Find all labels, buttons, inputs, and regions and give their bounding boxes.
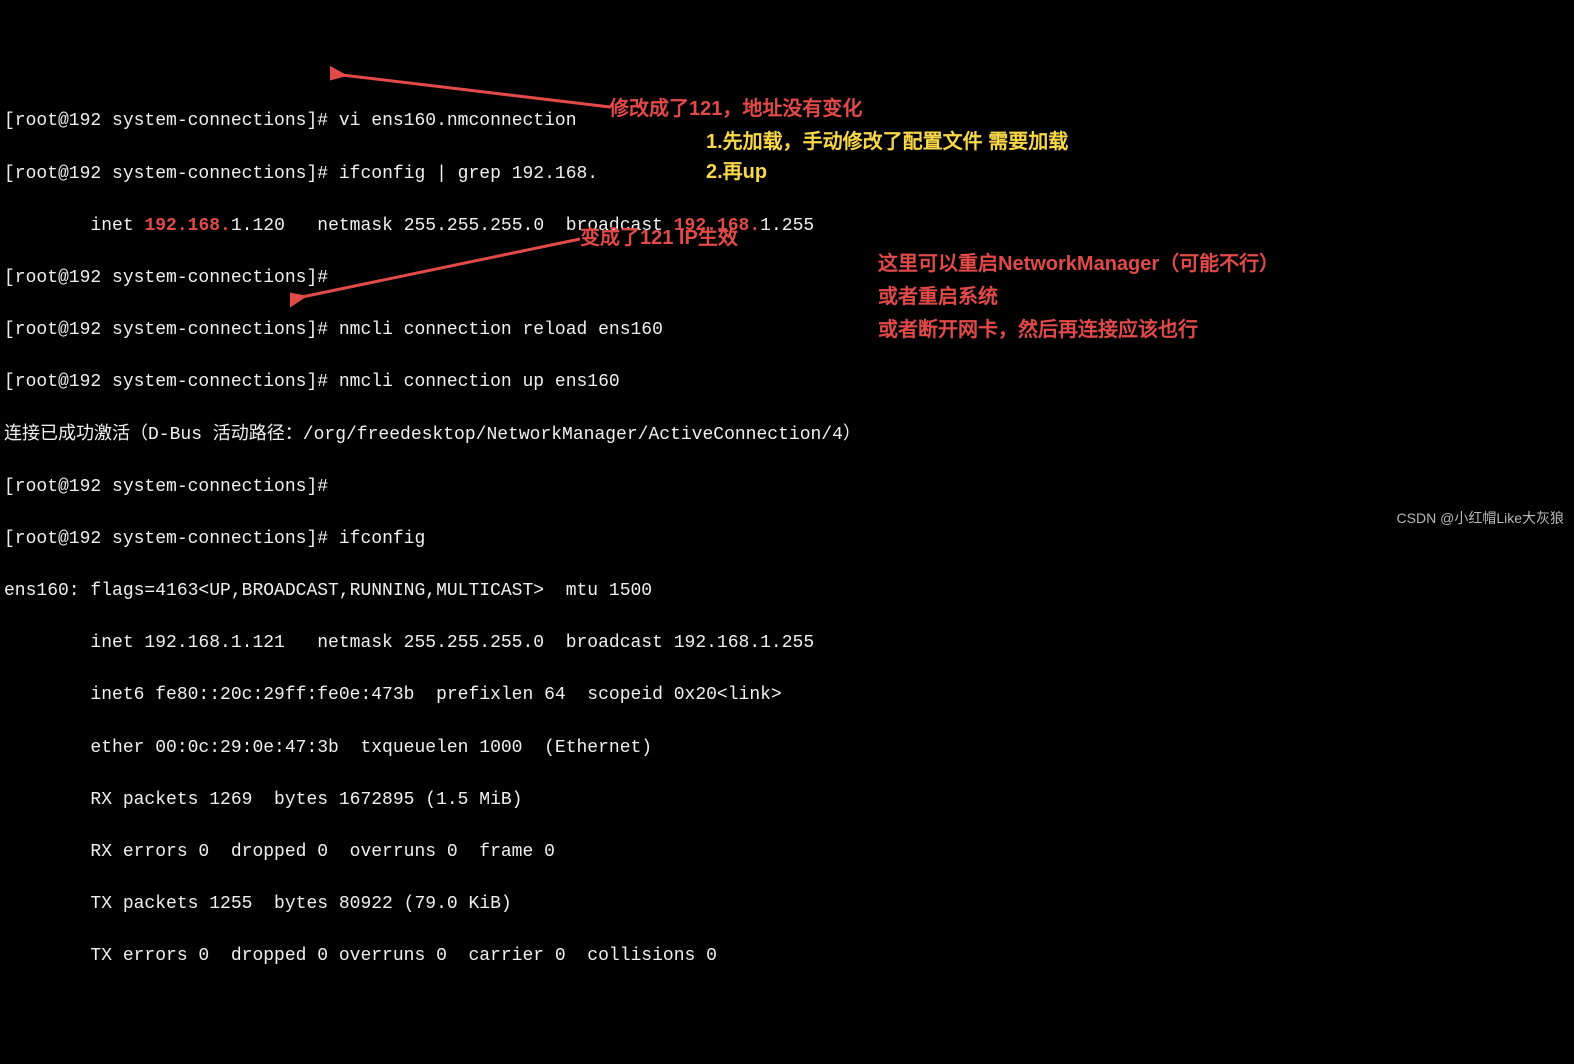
annotation-reconnect: 或者断开网卡，然后再连接应该也行 bbox=[878, 316, 1198, 345]
prompt: [root@192 system-connections]# bbox=[4, 111, 339, 131]
annotation-restart-sys: 或者重启系统 bbox=[878, 283, 998, 312]
terminal-line: [root@192 system-connections]# bbox=[4, 265, 1570, 291]
terminal-line: RX errors 0 dropped 0 overruns 0 frame 0 bbox=[4, 839, 1570, 865]
terminal-line: inet 192.168.1.121 netmask 255.255.255.0… bbox=[4, 630, 1570, 656]
terminal-line: [root@192 system-connections]# ifconfig bbox=[4, 526, 1570, 552]
terminal-line: ens160: flags=4163<UP,BROADCAST,RUNNING,… bbox=[4, 578, 1570, 604]
annotation-step-2: 2.再up bbox=[706, 158, 767, 187]
annotation-step-1: 1.先加载，手动修改了配置文件 需要加载 bbox=[706, 128, 1068, 157]
output: inet 192.168.1.121 netmask 255.255.255.0… bbox=[4, 633, 814, 653]
command: vi ens160.nmconnection bbox=[339, 111, 577, 131]
ip-rest: 1.120 bbox=[231, 216, 285, 236]
broadcast-rest: 1.255 bbox=[760, 216, 814, 236]
terminal-line: RX packets 1269 bytes 1672895 (1.5 MiB) bbox=[4, 787, 1570, 813]
annotation-became-121: 变成了121 IP生效 bbox=[580, 224, 738, 253]
command: nmcli connection up ens160 bbox=[339, 372, 620, 392]
terminal-line: [root@192 system-connections]# bbox=[4, 474, 1570, 500]
output: ether 00:0c:29:0e:47:3b txqueuelen 1000 … bbox=[4, 738, 652, 758]
prompt: [root@192 system-connections]# bbox=[4, 268, 339, 288]
output: inet6 fe80::20c:29ff:fe0e:473b prefixlen… bbox=[4, 685, 782, 705]
ip-changed-part: 192.168. bbox=[144, 216, 230, 236]
terminal-line: inet 192.168.1.120 netmask 255.255.255.0… bbox=[4, 213, 1570, 239]
command: nmcli connection reload ens160 bbox=[339, 320, 663, 340]
terminal-line: 连接已成功激活（D-Bus 活动路径：/org/freedesktop/Netw… bbox=[4, 422, 1570, 448]
prompt: [root@192 system-connections]# bbox=[4, 320, 339, 340]
prompt: [root@192 system-connections]# bbox=[4, 477, 339, 497]
terminal-line: ether 00:0c:29:0e:47:3b txqueuelen 1000 … bbox=[4, 735, 1570, 761]
terminal-line: [root@192 system-connections]# nmcli con… bbox=[4, 317, 1570, 343]
output: 连接已成功激活（D-Bus 活动路径：/org/freedesktop/Netw… bbox=[4, 425, 861, 445]
prompt: [root@192 system-connections]# bbox=[4, 164, 339, 184]
terminal-line: [root@192 system-connections]# ifconfig … bbox=[4, 161, 1570, 187]
prompt: [root@192 system-connections]# bbox=[4, 372, 339, 392]
output: TX errors 0 dropped 0 overruns 0 carrier… bbox=[4, 946, 717, 966]
output: RX packets 1269 bytes 1672895 (1.5 MiB) bbox=[4, 790, 522, 810]
terminal-line: TX packets 1255 bytes 80922 (79.0 KiB) bbox=[4, 891, 1570, 917]
terminal-line: inet6 fe80::20c:29ff:fe0e:473b prefixlen… bbox=[4, 682, 1570, 708]
output: TX packets 1255 bytes 80922 (79.0 KiB) bbox=[4, 894, 512, 914]
output: ens160: flags=4163<UP,BROADCAST,RUNNING,… bbox=[4, 581, 652, 601]
terminal-line: TX errors 0 dropped 0 overruns 0 carrier… bbox=[4, 943, 1570, 969]
annotation-changed-121: 修改成了121，地址没有变化 bbox=[609, 95, 862, 124]
output-indent: inet bbox=[4, 216, 144, 236]
terminal-line: [root@192 system-connections]# nmcli con… bbox=[4, 369, 1570, 395]
annotation-restart-nm: 这里可以重启NetworkManager（可能不行） bbox=[878, 250, 1279, 279]
output: RX errors 0 dropped 0 overruns 0 frame 0 bbox=[4, 842, 555, 862]
watermark: CSDN @小红帽Like大灰狼 bbox=[1397, 508, 1564, 528]
command: ifconfig | grep 192.168. bbox=[339, 164, 598, 184]
